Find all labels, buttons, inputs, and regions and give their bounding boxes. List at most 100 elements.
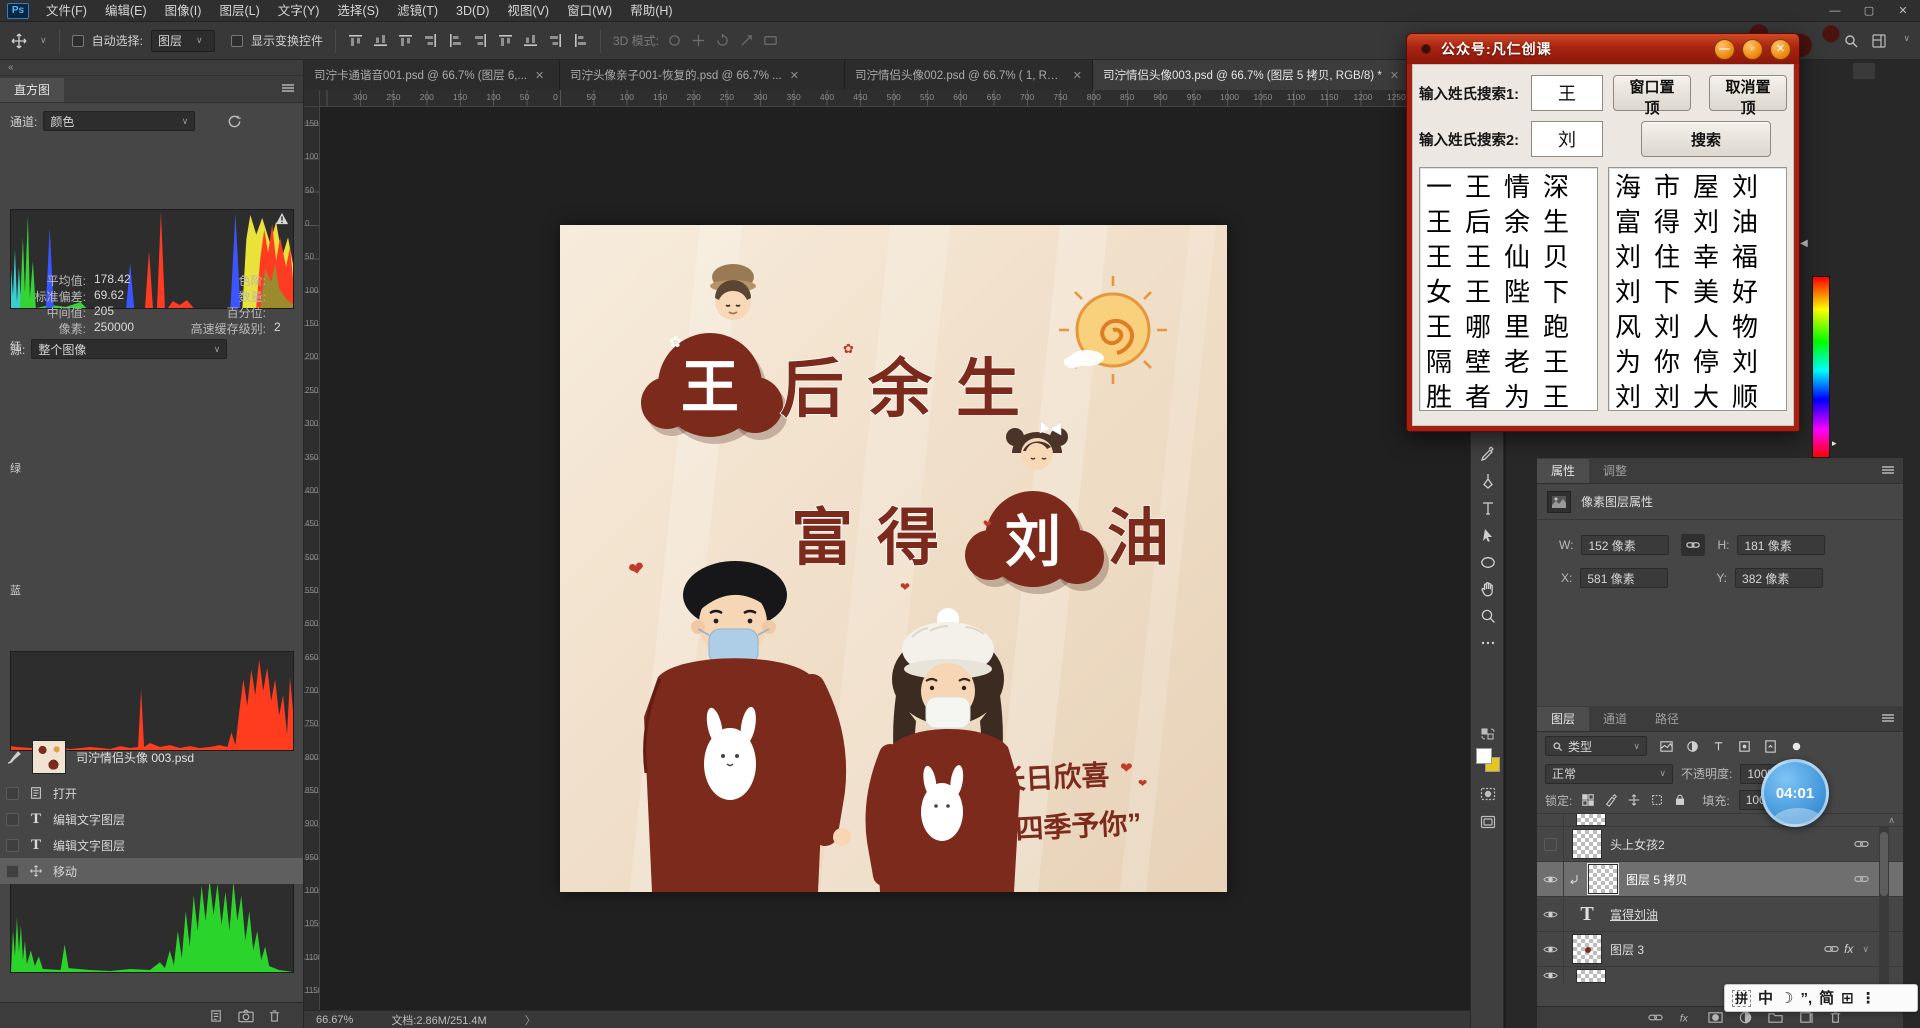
new-layer-icon[interactable] <box>1798 1010 1813 1025</box>
result-item[interactable]: 王后余生 <box>1426 205 1597 240</box>
blend-mode-dropdown[interactable]: 正常∨ <box>1545 764 1673 784</box>
results-list-2[interactable]: 海市屋刘富得刘油刘住幸福刘下美好风刘人物为你停刘刘刘大顺 <box>1608 167 1787 411</box>
result-item[interactable]: 胜者为王 <box>1426 380 1597 411</box>
tab-histogram[interactable]: 直方图 <box>0 78 64 102</box>
plugin-maximize-button[interactable]: ▫ <box>1742 39 1763 60</box>
surname2-input[interactable] <box>1531 121 1603 157</box>
menu-item-视图(V)[interactable]: 视图(V) <box>498 0 558 22</box>
adjustment-layer-icon[interactable] <box>1738 1010 1753 1025</box>
canvas-viewport[interactable]: 王 ✿ 后 余 生 ✿ 富 <box>320 107 1470 1010</box>
result-item[interactable]: 刘住幸福 <box>1615 240 1786 275</box>
zoom-tool[interactable] <box>1478 606 1498 626</box>
search-icon[interactable] <box>1843 33 1859 49</box>
ime-toolbar[interactable]: 拼中☽”,简⊞⋮ <box>1724 984 1918 1012</box>
menu-item-3D(D)[interactable]: 3D(D) <box>447 0 498 22</box>
w-field[interactable]: 152 像素 <box>1581 535 1669 555</box>
text-filter-icon[interactable] <box>1711 739 1726 754</box>
y-field[interactable]: 382 像素 <box>1735 568 1823 588</box>
layer-visible-icon[interactable] <box>1537 862 1564 896</box>
align-icon-5[interactable] <box>473 34 488 47</box>
menu-item-滤镜(T)[interactable]: 滤镜(T) <box>388 0 447 22</box>
search-button[interactable]: 搜索 <box>1641 121 1771 157</box>
pin-window-button[interactable]: 窗口置顶 <box>1613 75 1691 111</box>
layer-style-icon[interactable]: fx <box>1678 1010 1693 1025</box>
tab-properties[interactable]: 属性 <box>1537 459 1589 483</box>
workspace-icon[interactable] <box>1871 33 1887 49</box>
align-icon-4[interactable] <box>448 34 463 47</box>
menu-item-文件(F)[interactable]: 文件(F) <box>37 0 96 22</box>
path-select-tool[interactable] <box>1478 525 1498 545</box>
plugin-titlebar[interactable]: 公众号:凡仁创课 —▫✕ <box>1407 34 1799 64</box>
delete-icon[interactable] <box>268 1009 281 1023</box>
collapsed-panel-icon[interactable] <box>1852 62 1876 80</box>
document-tab-3[interactable]: 司泞情侣头像002.psd @ 66.7% ( 1, RGB...✕ <box>845 60 1093 90</box>
adjustment-filter-icon[interactable] <box>1685 739 1700 754</box>
new-group-icon[interactable] <box>1768 1010 1783 1025</box>
new-document-from-state-icon[interactable] <box>209 1009 224 1023</box>
swap-colors-icon[interactable] <box>1478 724 1498 744</box>
layer-row-图层 5 拷贝[interactable]: 图层 5 拷贝 <box>1537 862 1903 897</box>
auto-select-dropdown[interactable]: 图层∨ <box>151 30 215 52</box>
ime-item-1[interactable]: 中 <box>1758 991 1773 1006</box>
ime-item-4[interactable]: 简 <box>1819 991 1834 1006</box>
add-mask-icon[interactable] <box>1708 1010 1723 1025</box>
lock-paint-icon[interactable] <box>1604 793 1618 807</box>
ime-item-0[interactable]: 拼 <box>1732 990 1751 1007</box>
menu-item-图层(L)[interactable]: 图层(L) <box>210 0 268 22</box>
result-item[interactable]: 刘刘大顺 <box>1615 380 1786 411</box>
delete-layer-icon[interactable] <box>1828 1010 1843 1025</box>
layer-link-icon[interactable] <box>1854 874 1869 884</box>
surname1-input[interactable] <box>1531 75 1603 111</box>
layer-row-富得刘油[interactable]: T富得刘油 <box>1537 897 1903 932</box>
result-item[interactable]: 刘下美好 <box>1615 275 1786 310</box>
document-tab-1[interactable]: 司泞卡通谐音001.psd @ 66.7% (图层 6,...✕ <box>304 60 560 90</box>
x-field[interactable]: 581 像素 <box>1580 568 1668 588</box>
menu-item-编辑(E)[interactable]: 编辑(E) <box>96 0 156 22</box>
ime-item-6[interactable]: ⋮ <box>1861 991 1876 1006</box>
result-item[interactable]: 王哪里跑 <box>1426 310 1597 345</box>
pixel-filter-icon[interactable] <box>1659 739 1674 754</box>
menu-item-图像(I)[interactable]: 图像(I) <box>156 0 211 22</box>
result-item[interactable]: 富得刘油 <box>1615 205 1786 240</box>
layer-link-icon[interactable] <box>1824 944 1839 954</box>
history-checkbox[interactable] <box>6 787 19 800</box>
auto-select-checkbox[interactable] <box>72 35 84 47</box>
layers-scrollbar[interactable] <box>1879 826 1889 1006</box>
shape-filter-icon[interactable] <box>1737 739 1752 754</box>
unpin-window-button[interactable]: 取消置顶 <box>1709 75 1787 111</box>
result-item[interactable]: 风刘人物 <box>1615 310 1786 345</box>
panel-menu-icon[interactable] <box>1881 712 1895 724</box>
filter-toggle-icon[interactable] <box>1789 739 1804 754</box>
history-brush-icon[interactable] <box>6 749 22 765</box>
lock-move-icon[interactable] <box>1627 793 1641 807</box>
layer-visible-icon[interactable] <box>1537 897 1564 931</box>
result-item[interactable]: 隔壁老王 <box>1426 345 1597 380</box>
layer-thumbnail[interactable] <box>1588 864 1618 894</box>
close-button[interactable]: ✕ <box>1886 0 1920 22</box>
align-icon-1[interactable] <box>373 34 388 47</box>
layer-hidden-checkbox[interactable] <box>1537 827 1564 861</box>
tab-close-icon[interactable]: ✕ <box>1390 69 1399 82</box>
history-checkbox[interactable] <box>6 839 19 852</box>
align-icon-8[interactable] <box>548 34 563 47</box>
history-item-打开[interactable]: 打开 <box>0 780 303 806</box>
pen-tool[interactable] <box>1478 471 1498 491</box>
canvas-artwork[interactable]: 王 ✿ 后 余 生 ✿ 富 <box>560 225 1227 892</box>
tab-layers[interactable]: 图层 <box>1537 707 1589 731</box>
align-icon-7[interactable] <box>523 34 538 47</box>
history-item-移动[interactable]: 移动 <box>0 858 303 884</box>
tab-paths[interactable]: 路径 <box>1641 707 1693 731</box>
color-swatches[interactable] <box>1476 748 1502 774</box>
align-icon-0[interactable] <box>348 34 363 47</box>
tab-close-icon[interactable]: ✕ <box>1073 69 1082 82</box>
document-tab-2[interactable]: 司泞头像亲子001-恢复的.psd @ 66.7% ...✕ <box>560 60 845 90</box>
zoom-level[interactable]: 66.67% <box>316 1014 353 1026</box>
ime-item-5[interactable]: ⊞ <box>1841 991 1854 1006</box>
lock-transparency-icon[interactable] <box>1581 793 1595 807</box>
tool-preset-chevron-icon[interactable]: ∨ <box>40 35 47 46</box>
h-field[interactable]: 181 像素 <box>1737 535 1825 555</box>
result-item[interactable]: 一王情深 <box>1426 170 1597 205</box>
layer-filter-dropdown[interactable]: 类型∨ <box>1545 736 1647 756</box>
screen-mode-icon[interactable] <box>1478 812 1498 832</box>
tab-close-icon[interactable]: ✕ <box>790 69 799 82</box>
